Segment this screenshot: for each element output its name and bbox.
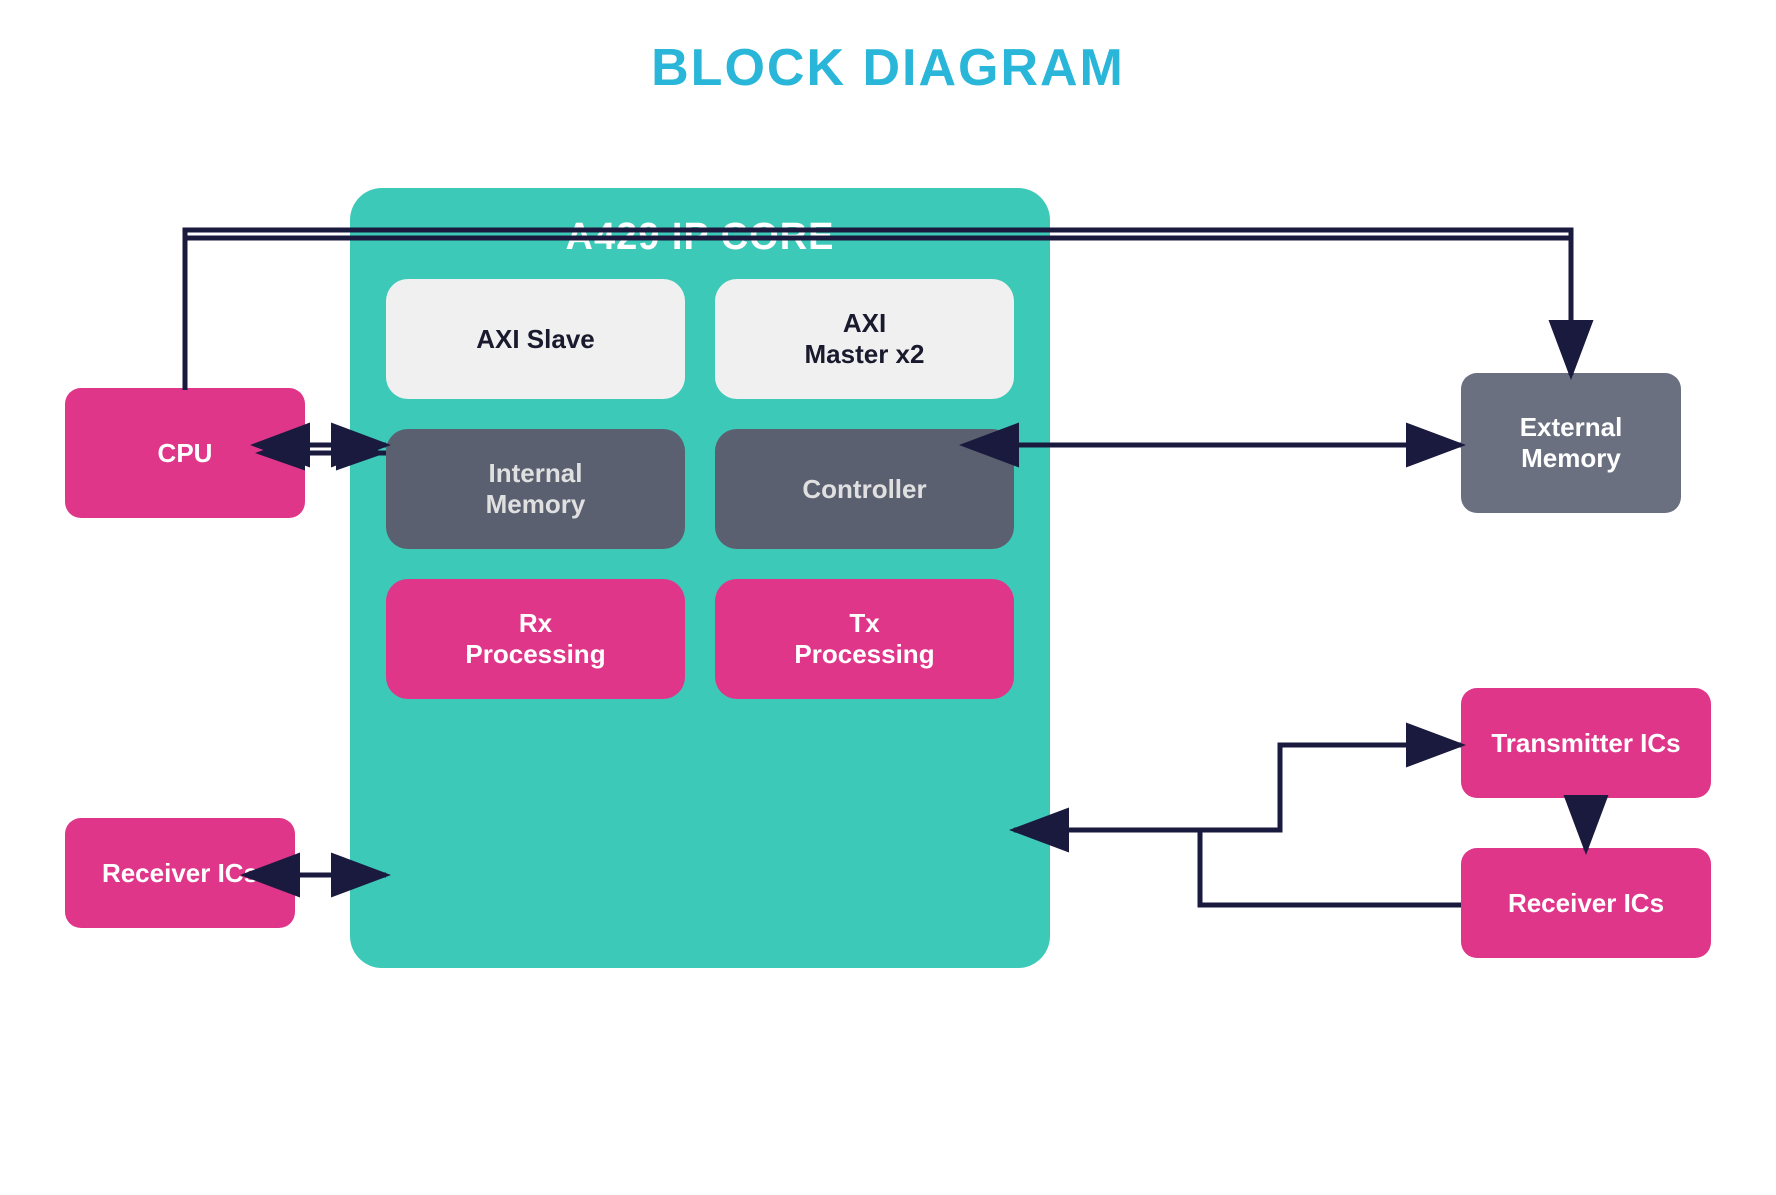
controller-box: Controller [715, 429, 1014, 549]
trans-ic-label: Transmitter ICs [1491, 728, 1680, 759]
ip-core-grid: AXI Slave AXIMaster x2 InternalMemory Co… [350, 279, 1050, 699]
tx-processing-box: TxProcessing [715, 579, 1014, 699]
receiver-ics-left-box: Receiver ICs [65, 818, 295, 928]
external-memory-box: External Memory [1461, 373, 1681, 513]
recv-ic-right-label: Receiver ICs [1508, 888, 1664, 919]
cpu-label: CPU [158, 438, 213, 469]
ip-core-box: A429 IP CORE AXI Slave AXIMaster x2 Inte… [350, 188, 1050, 968]
receiver-ics-right-box: Receiver ICs [1461, 848, 1711, 958]
cpu-box: CPU [65, 388, 305, 518]
diagram: A429 IP CORE AXI Slave AXIMaster x2 Inte… [0, 108, 1776, 1088]
internal-memory-box: InternalMemory [386, 429, 685, 549]
page-title: BLOCK DIAGRAM [0, 0, 1776, 98]
axi-master-box: AXIMaster x2 [715, 279, 1014, 399]
rx-processing-box: RxProcessing [386, 579, 685, 699]
transmitter-ics-box: Transmitter ICs [1461, 688, 1711, 798]
ext-mem-label: External Memory [1520, 412, 1623, 474]
axi-slave-box: AXI Slave [386, 279, 685, 399]
ip-core-title: A429 IP CORE [566, 216, 835, 259]
recv-ic-left-label: Receiver ICs [102, 858, 258, 889]
